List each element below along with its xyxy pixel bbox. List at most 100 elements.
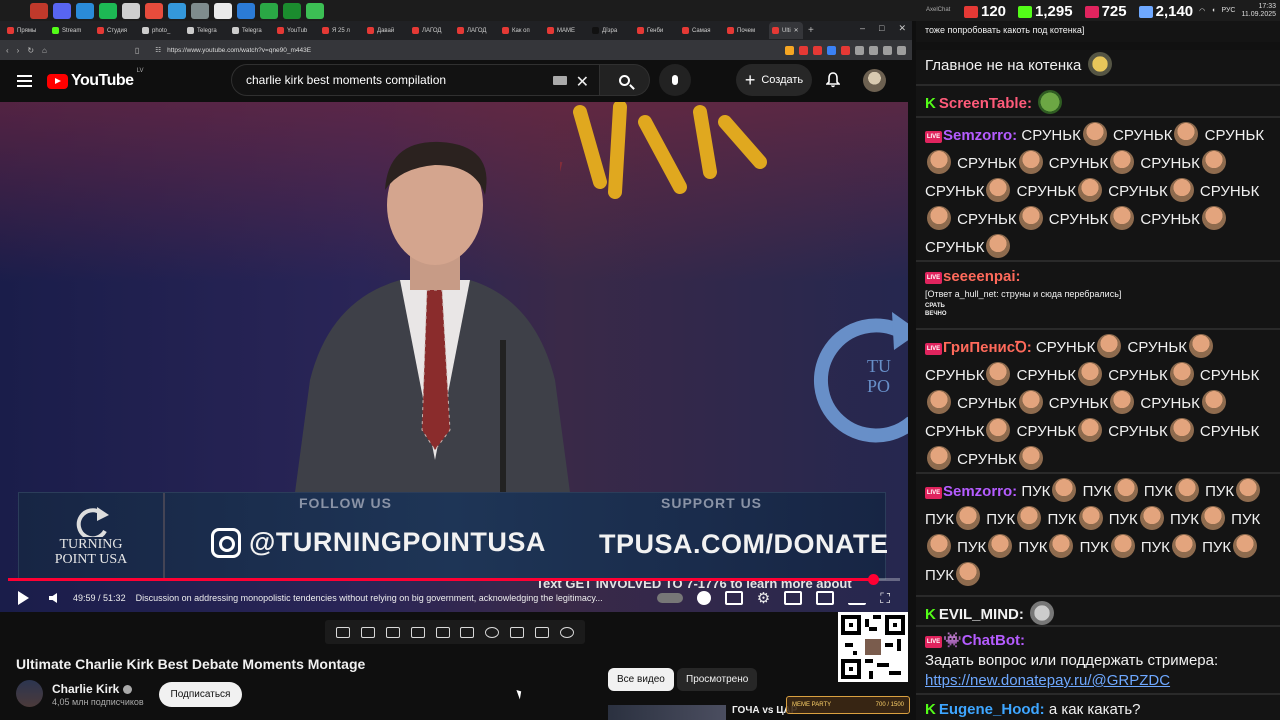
reload-icon[interactable]: ↻	[27, 46, 34, 55]
play-icon[interactable]	[18, 591, 29, 605]
theater-mode-icon[interactable]	[816, 591, 835, 605]
youtube-wordmark: YouTube	[71, 72, 134, 89]
broadcast-icon[interactable]	[361, 626, 376, 638]
site-info-icon[interactable]: ☷	[155, 46, 161, 54]
close-tab-icon[interactable]: ✕	[794, 27, 799, 34]
browser-tab[interactable]: Telegra	[184, 22, 228, 39]
browser-tab[interactable]: photo_	[139, 22, 183, 39]
taskbar-app-icon[interactable]	[213, 2, 232, 19]
play-next-icon[interactable]	[696, 591, 711, 605]
browser-extension-icon[interactable]	[813, 45, 822, 55]
gear-icon[interactable]	[559, 626, 574, 638]
browser-tab[interactable]: Telegra	[229, 22, 273, 39]
subtitles-icon[interactable]	[724, 591, 743, 605]
settings-gear-icon[interactable]: ⚙	[757, 589, 770, 607]
taskbar-app-icon[interactable]	[305, 2, 324, 19]
chip-all-videos[interactable]: Все видео	[608, 668, 674, 691]
chat-message: LIVE ГриПенисꝹ: СРУНЬК СРУНЬК СРУНЬК СРУН…	[916, 328, 1280, 472]
platform-icon	[1138, 5, 1153, 18]
browser-extension-icon[interactable]	[827, 45, 836, 55]
search-button[interactable]	[600, 64, 650, 96]
camera-icon[interactable]	[534, 626, 549, 638]
eye-icon[interactable]	[385, 626, 400, 638]
browser-extension-icon[interactable]	[785, 45, 794, 55]
keyboard-icon[interactable]	[553, 76, 567, 85]
browser-tab[interactable]: Студия	[94, 22, 138, 39]
close-window-button[interactable]: ✕	[898, 23, 906, 34]
crop-icon[interactable]	[435, 626, 450, 638]
browser-tab[interactable]: Я 25 л	[319, 22, 363, 39]
taskbar-app-icon[interactable]	[190, 2, 209, 19]
donation-link[interactable]: https://new.donatepay.ru/@GRPZDC	[925, 672, 1170, 689]
home-icon[interactable]: ⌂	[42, 46, 47, 55]
channel-name[interactable]: Charlie Kirk	[52, 682, 133, 696]
taskbar-app-icon[interactable]	[29, 2, 48, 19]
tab-favicon-icon	[457, 27, 464, 34]
miniplayer-icon[interactable]	[784, 591, 803, 605]
author-evil-mind: EVIL_MIND:	[938, 606, 1024, 623]
browser-tab[interactable]: ЛАГОД	[454, 22, 498, 39]
forward-icon[interactable]: ›	[17, 46, 20, 55]
youtube-logo[interactable]: YouTube LV	[47, 68, 143, 90]
loop-icon[interactable]	[336, 626, 351, 638]
chip-watched[interactable]: Просмотрено	[677, 668, 758, 691]
taskbar-app-icon[interactable]	[259, 2, 278, 19]
autoplay-toggle[interactable]	[656, 593, 683, 603]
chapter-title[interactable]: Discussion on addressing monopolistic te…	[136, 593, 616, 603]
progress-bar[interactable]	[8, 574, 900, 585]
minimize-button[interactable]: –	[860, 23, 865, 34]
browser-extension-icon[interactable]	[883, 45, 892, 55]
channel-avatar[interactable]	[16, 680, 43, 707]
browser-tab[interactable]: MAME	[544, 22, 588, 39]
browser-tab[interactable]: Самая	[679, 22, 723, 39]
video-player[interactable]: TU PO TURNING POINT USA FOLLOW US SUPPOR…	[0, 102, 908, 612]
recommended-thumbnail[interactable]	[608, 705, 726, 720]
notifications-bell-icon[interactable]	[826, 72, 840, 88]
bookmark-icon[interactable]: ▯	[135, 46, 139, 55]
taskbar-app-icon[interactable]	[236, 2, 255, 19]
volume-icon[interactable]	[49, 593, 57, 603]
add-box-icon[interactable]	[509, 626, 524, 638]
taskbar-app-icon[interactable]	[52, 2, 71, 19]
create-button[interactable]: + Создать	[736, 64, 812, 96]
taskbar-app-icon[interactable]	[75, 2, 94, 19]
browser-extension-icon[interactable]	[869, 45, 878, 55]
browser-extension-icon[interactable]	[855, 45, 864, 55]
account-avatar[interactable]	[863, 69, 886, 92]
filmstrip-icon[interactable]	[460, 626, 475, 638]
browser-tab[interactable]: Дїзра	[589, 22, 633, 39]
search-input[interactable]: charlie kirk best moments compilation ✕	[231, 64, 600, 96]
taskbar-app-icon[interactable]	[121, 2, 140, 19]
browser-tab[interactable]: Давай	[364, 22, 408, 39]
browser-tab[interactable]: Почем	[724, 22, 768, 39]
browser-extension-icon[interactable]	[897, 45, 906, 55]
back-icon[interactable]: ‹	[6, 46, 9, 55]
browser-extension-icon[interactable]	[841, 45, 850, 55]
browser-tab[interactable]: YouTub	[274, 22, 318, 39]
cast-icon[interactable]	[848, 591, 867, 605]
speedometer-icon[interactable]	[485, 626, 500, 638]
url-field[interactable]: ☷ https://www.youtube.com/watch?v=qne90_…	[147, 43, 587, 58]
browser-tab[interactable]: Как оп	[499, 22, 543, 39]
browser-tab[interactable]: ЛАГОД	[409, 22, 453, 39]
taskbar-app-icon[interactable]	[98, 2, 117, 19]
clear-search-icon[interactable]: ✕	[576, 72, 589, 92]
soldier-emote-icon	[927, 150, 951, 174]
subscribe-button[interactable]: Подписаться	[159, 682, 242, 707]
menu-icon[interactable]	[17, 72, 32, 90]
taskbar-app-icon[interactable]	[144, 2, 163, 19]
taskbar-app-icon[interactable]	[282, 2, 301, 19]
browser-tab[interactable]: Stream	[49, 22, 93, 39]
new-tab-button[interactable]: +	[808, 25, 814, 36]
start-button-icon[interactable]	[6, 2, 25, 19]
clapper-icon[interactable]	[410, 626, 425, 638]
taskbar-app-icon[interactable]	[167, 2, 186, 19]
browser-tab[interactable]: Ulti ✕	[769, 22, 803, 39]
tab-favicon-icon	[7, 27, 14, 34]
maximize-button[interactable]: □	[879, 23, 884, 34]
voice-search-button[interactable]	[659, 64, 691, 96]
fullscreen-icon[interactable]: ⛶	[880, 590, 890, 607]
browser-extension-icon[interactable]	[799, 45, 808, 55]
browser-tab[interactable]: Генби	[634, 22, 678, 39]
browser-tab[interactable]: Прямы	[4, 22, 48, 39]
